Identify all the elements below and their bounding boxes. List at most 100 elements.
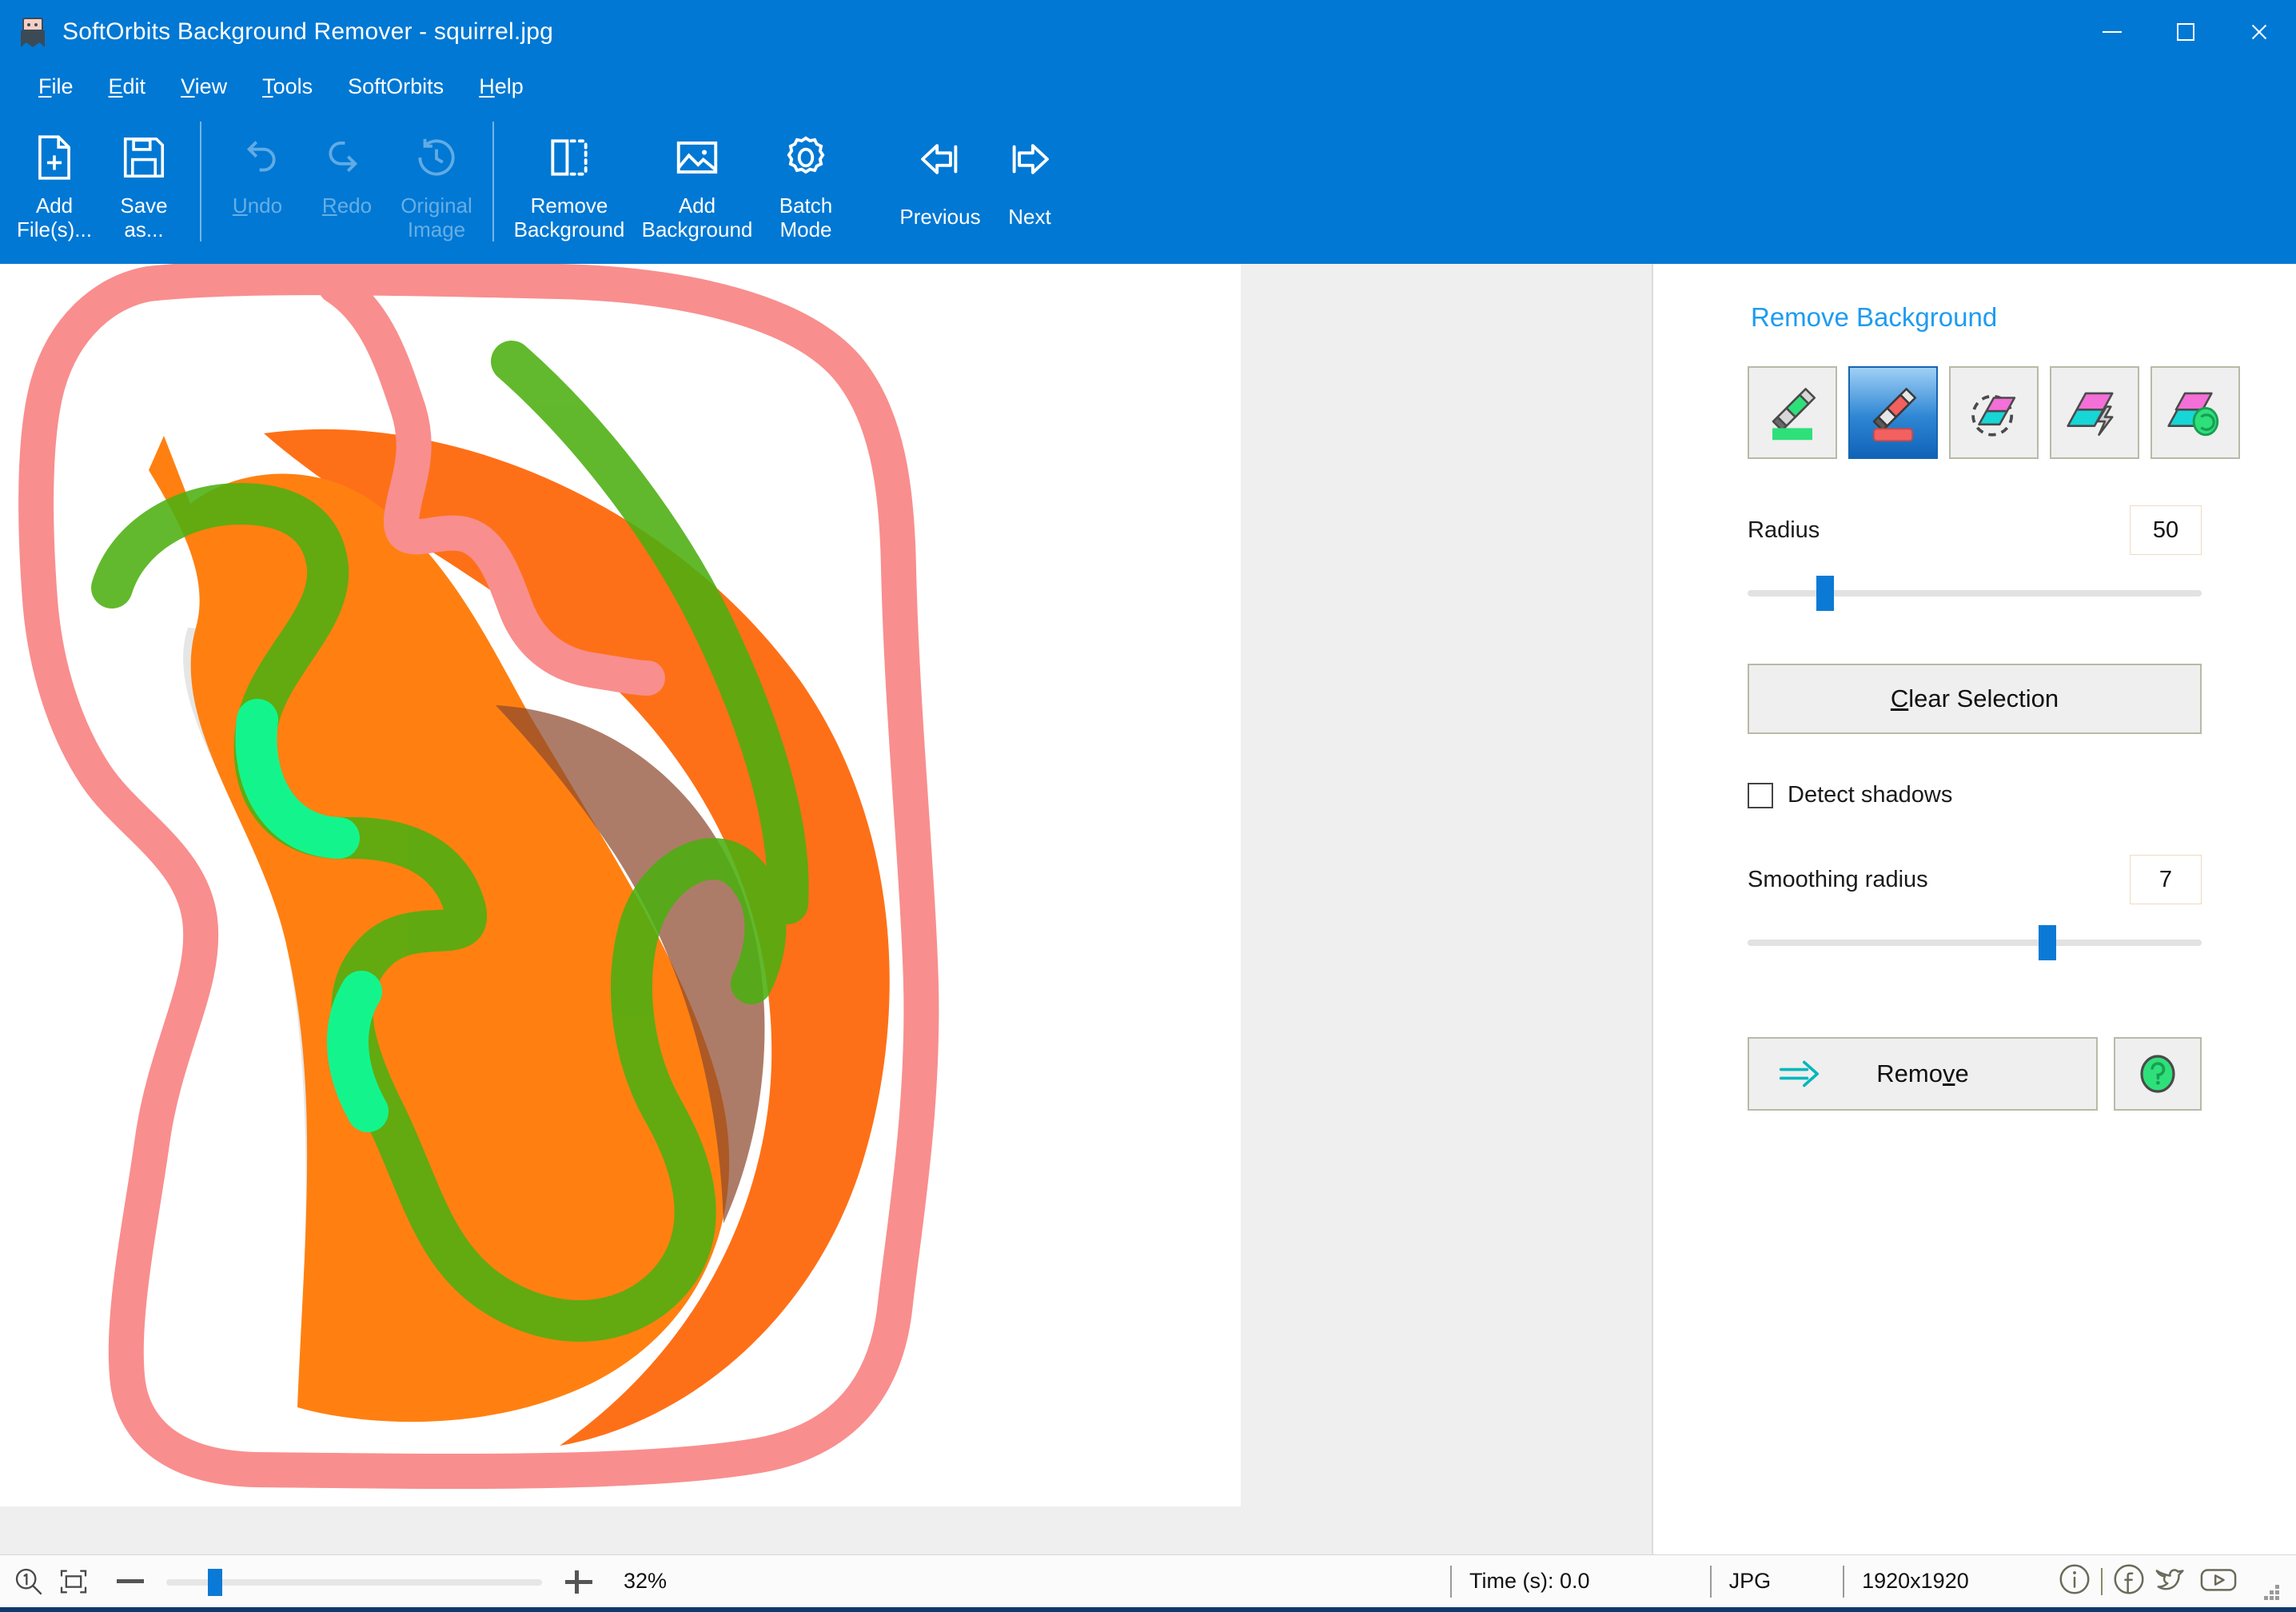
menu-item-tools[interactable]: Tools [245, 70, 330, 104]
title-bar: SoftOrbits Background Remover - squirrel… [0, 0, 2296, 64]
tool-button-row [1748, 366, 2248, 459]
maximize-button[interactable] [2149, 0, 2222, 64]
menu-item-file[interactable]: File [21, 70, 91, 104]
toolbar-add-files-button[interactable]: Add File(s)... [10, 109, 99, 253]
status-time: Time (s): 0.0 [1450, 1565, 1590, 1598]
close-button[interactable] [2222, 0, 2296, 64]
minimize-button[interactable] [2075, 0, 2149, 64]
red-marker-icon [1872, 388, 1917, 442]
toolbar-save-as-button[interactable]: Save as... [99, 109, 189, 253]
info-button[interactable] [2056, 1561, 2093, 1602]
toolbar-add-background-label: Add Background [641, 194, 753, 241]
window-title: SoftOrbits Background Remover - squirrel… [62, 18, 554, 45]
toolbar-separator-2 [492, 122, 494, 241]
social-divider [2101, 1567, 2103, 1595]
smoothing-slider-thumb[interactable] [2038, 925, 2056, 960]
youtube-icon [2200, 1569, 2237, 1591]
menu-item-edit[interactable]: Edit [91, 70, 164, 104]
youtube-button[interactable] [2197, 1561, 2240, 1602]
toolbar-previous-label: Previous [899, 205, 981, 229]
image-canvas[interactable] [0, 264, 1652, 1554]
radius-row: Radius 50 [1748, 505, 2202, 555]
resize-grip[interactable] [2264, 1580, 2285, 1601]
detect-shadows-label: Detect shadows [1788, 782, 1953, 808]
toolbar-undo-button[interactable]: Undo [213, 109, 302, 253]
menu-bar: File Edit View Tools SoftOrbits Help [0, 64, 2296, 109]
fit-to-window-button[interactable] [58, 1566, 90, 1598]
zoom-slider-thumb[interactable] [208, 1568, 223, 1596]
facebook-button[interactable] [2111, 1561, 2147, 1602]
smoothing-radius-slider[interactable] [1748, 917, 2202, 968]
menu-item-view[interactable]: View [163, 70, 245, 104]
action-row: Remove [1748, 1037, 2202, 1111]
history-clock-icon [412, 128, 461, 187]
toolbar-batch-mode-label: Batch Mode [779, 194, 833, 241]
toolbar-next-label: Next [1008, 205, 1051, 229]
toolbar-previous-button[interactable]: Previous [895, 109, 985, 253]
close-icon [2250, 22, 2269, 42]
remove-background-panel: Remove Background Radius 50 Clear Select… [1653, 264, 2296, 1554]
minimize-icon [2103, 31, 2122, 33]
toolbar-original-image-label: Original Image [401, 194, 472, 241]
menu-item-help[interactable]: Help [461, 70, 541, 104]
main-area: Remove Background Radius 50 Clear Select… [0, 264, 2296, 1554]
remove-marker-tool-button[interactable] [1848, 366, 1938, 459]
eraser-tool-button[interactable] [1949, 366, 2039, 459]
zoom-out-button[interactable] [117, 1579, 144, 1583]
detect-shadows-checkbox-row[interactable]: Detect shadows [1748, 782, 2202, 808]
status-format: JPG [1709, 1565, 1771, 1598]
gear-icon [781, 128, 831, 187]
undo-arrow-icon [233, 128, 282, 187]
smoothing-slider-track [1748, 940, 2202, 946]
toolbar-remove-background-label: Remove Background [513, 194, 625, 241]
smoothing-radius-input[interactable]: 7 [2130, 855, 2202, 904]
clear-selection-button[interactable]: Clear Selection [1748, 664, 2202, 734]
twitter-button[interactable] [2152, 1561, 2192, 1602]
social-links [2056, 1561, 2240, 1602]
window-bottom-edge [0, 1607, 2296, 1612]
panel-title: Remove Background [1751, 302, 1998, 332]
toolbar-add-background-button[interactable]: Add Background [633, 109, 761, 253]
zoom-in-button[interactable] [563, 1566, 595, 1598]
application-window: SoftOrbits Background Remover - squirrel… [0, 0, 2296, 1612]
window-controls [2075, 0, 2296, 64]
detect-shadows-checkbox[interactable] [1748, 782, 1773, 808]
refresh-marks-icon [2167, 392, 2219, 437]
help-button[interactable] [2114, 1037, 2202, 1111]
cutout-icon [544, 128, 594, 187]
smoothing-radius-row: Smoothing radius 7 [1748, 855, 2202, 904]
zoom-slider-track [166, 1578, 542, 1586]
image-surface[interactable] [0, 264, 1241, 1506]
facebook-icon [2114, 1564, 2144, 1594]
arrow-left-icon [915, 130, 965, 189]
toolbar-batch-mode-button[interactable]: Batch Mode [761, 109, 851, 253]
toolbar-next-button[interactable]: Next [985, 109, 1074, 253]
smoothing-radius-label: Smoothing radius [1748, 866, 1928, 892]
reset-marks-tool-button[interactable] [2151, 366, 2240, 459]
radius-slider[interactable] [1748, 568, 2202, 619]
eraser-icon [1971, 394, 2016, 437]
zoom-slider[interactable] [166, 1566, 542, 1598]
toolbar-add-files-label: Add File(s)... [17, 194, 92, 241]
zoom-percent-label: 32% [624, 1569, 668, 1593]
toolbar-original-image-button[interactable]: Original Image [392, 109, 481, 253]
menu-label-file: ile [51, 74, 74, 98]
toolbar-separator-1 [200, 122, 201, 241]
main-toolbar: Add File(s)... Save as... Undo Redo Orig… [0, 109, 2296, 264]
toolbar-undo-label: Undo [232, 194, 283, 217]
zoom-actual-size-button[interactable] [13, 1566, 45, 1598]
status-bar: 32% Time (s): 0.0 JPG 1920x1920 [0, 1554, 2296, 1607]
floppy-disk-icon [119, 128, 169, 187]
remove-button-label: Remove [1876, 1059, 1969, 1087]
remove-button[interactable]: Remove [1748, 1037, 2098, 1111]
toolbar-remove-background-button[interactable]: Remove Background [505, 109, 633, 253]
help-circle-icon [2140, 1055, 2175, 1093]
magic-wand-tool-button[interactable] [2050, 366, 2139, 459]
toolbar-redo-button[interactable]: Redo [302, 109, 392, 253]
twitter-bird-icon [2155, 1569, 2184, 1590]
radius-slider-thumb[interactable] [1816, 576, 1834, 611]
keep-marker-tool-button[interactable] [1748, 366, 1837, 459]
picture-icon [672, 128, 722, 187]
radius-input[interactable]: 50 [2130, 505, 2202, 555]
menu-item-softorbits[interactable]: SoftOrbits [330, 70, 461, 104]
